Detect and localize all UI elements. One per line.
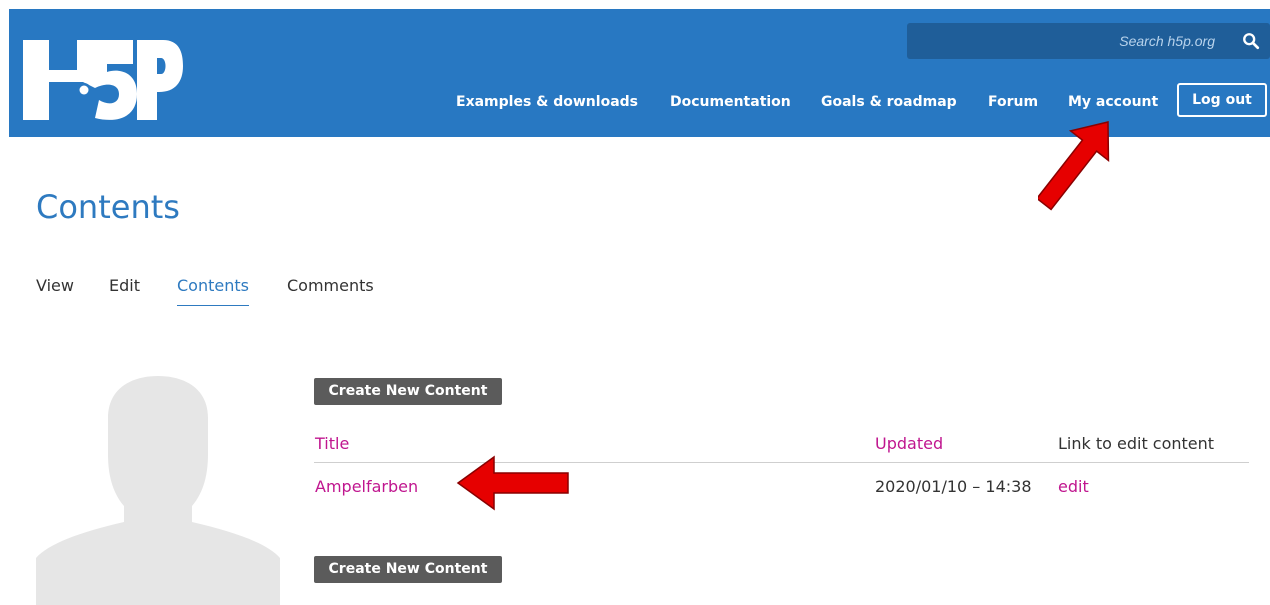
create-new-content-button-bottom[interactable]: Create New Content: [314, 556, 502, 583]
search-input[interactable]: [907, 23, 1227, 59]
tab-comments[interactable]: Comments: [287, 276, 374, 305]
column-header-edit-link: Link to edit content: [1058, 434, 1215, 453]
user-placeholder-avatar: [36, 376, 280, 605]
nav-forum[interactable]: Forum: [988, 83, 1038, 121]
table-header-divider: [314, 462, 1249, 463]
tab-edit[interactable]: Edit: [109, 276, 140, 305]
nav-goals-roadmap[interactable]: Goals & roadmap: [821, 83, 957, 121]
page-title: Contents: [36, 188, 180, 226]
column-header-updated[interactable]: Updated: [875, 434, 943, 453]
create-new-content-button-top[interactable]: Create New Content: [314, 378, 502, 405]
logout-button[interactable]: Log out: [1177, 83, 1267, 117]
content-edit-link[interactable]: edit: [1058, 477, 1089, 496]
tab-contents[interactable]: Contents: [177, 276, 249, 306]
search-box: [907, 23, 1270, 59]
column-header-title[interactable]: Title: [315, 434, 349, 453]
search-icon[interactable]: [1242, 32, 1260, 50]
content-title-link[interactable]: Ampelfarben: [315, 477, 418, 496]
red-arrow-icon: [1038, 121, 1110, 211]
nav-examples-downloads[interactable]: Examples & downloads: [456, 83, 638, 121]
nav-documentation[interactable]: Documentation: [670, 83, 791, 121]
content-updated-date: 2020/01/10 – 14:38: [875, 477, 1032, 496]
red-arrow-icon: [456, 455, 569, 511]
tab-view[interactable]: View: [36, 276, 74, 305]
